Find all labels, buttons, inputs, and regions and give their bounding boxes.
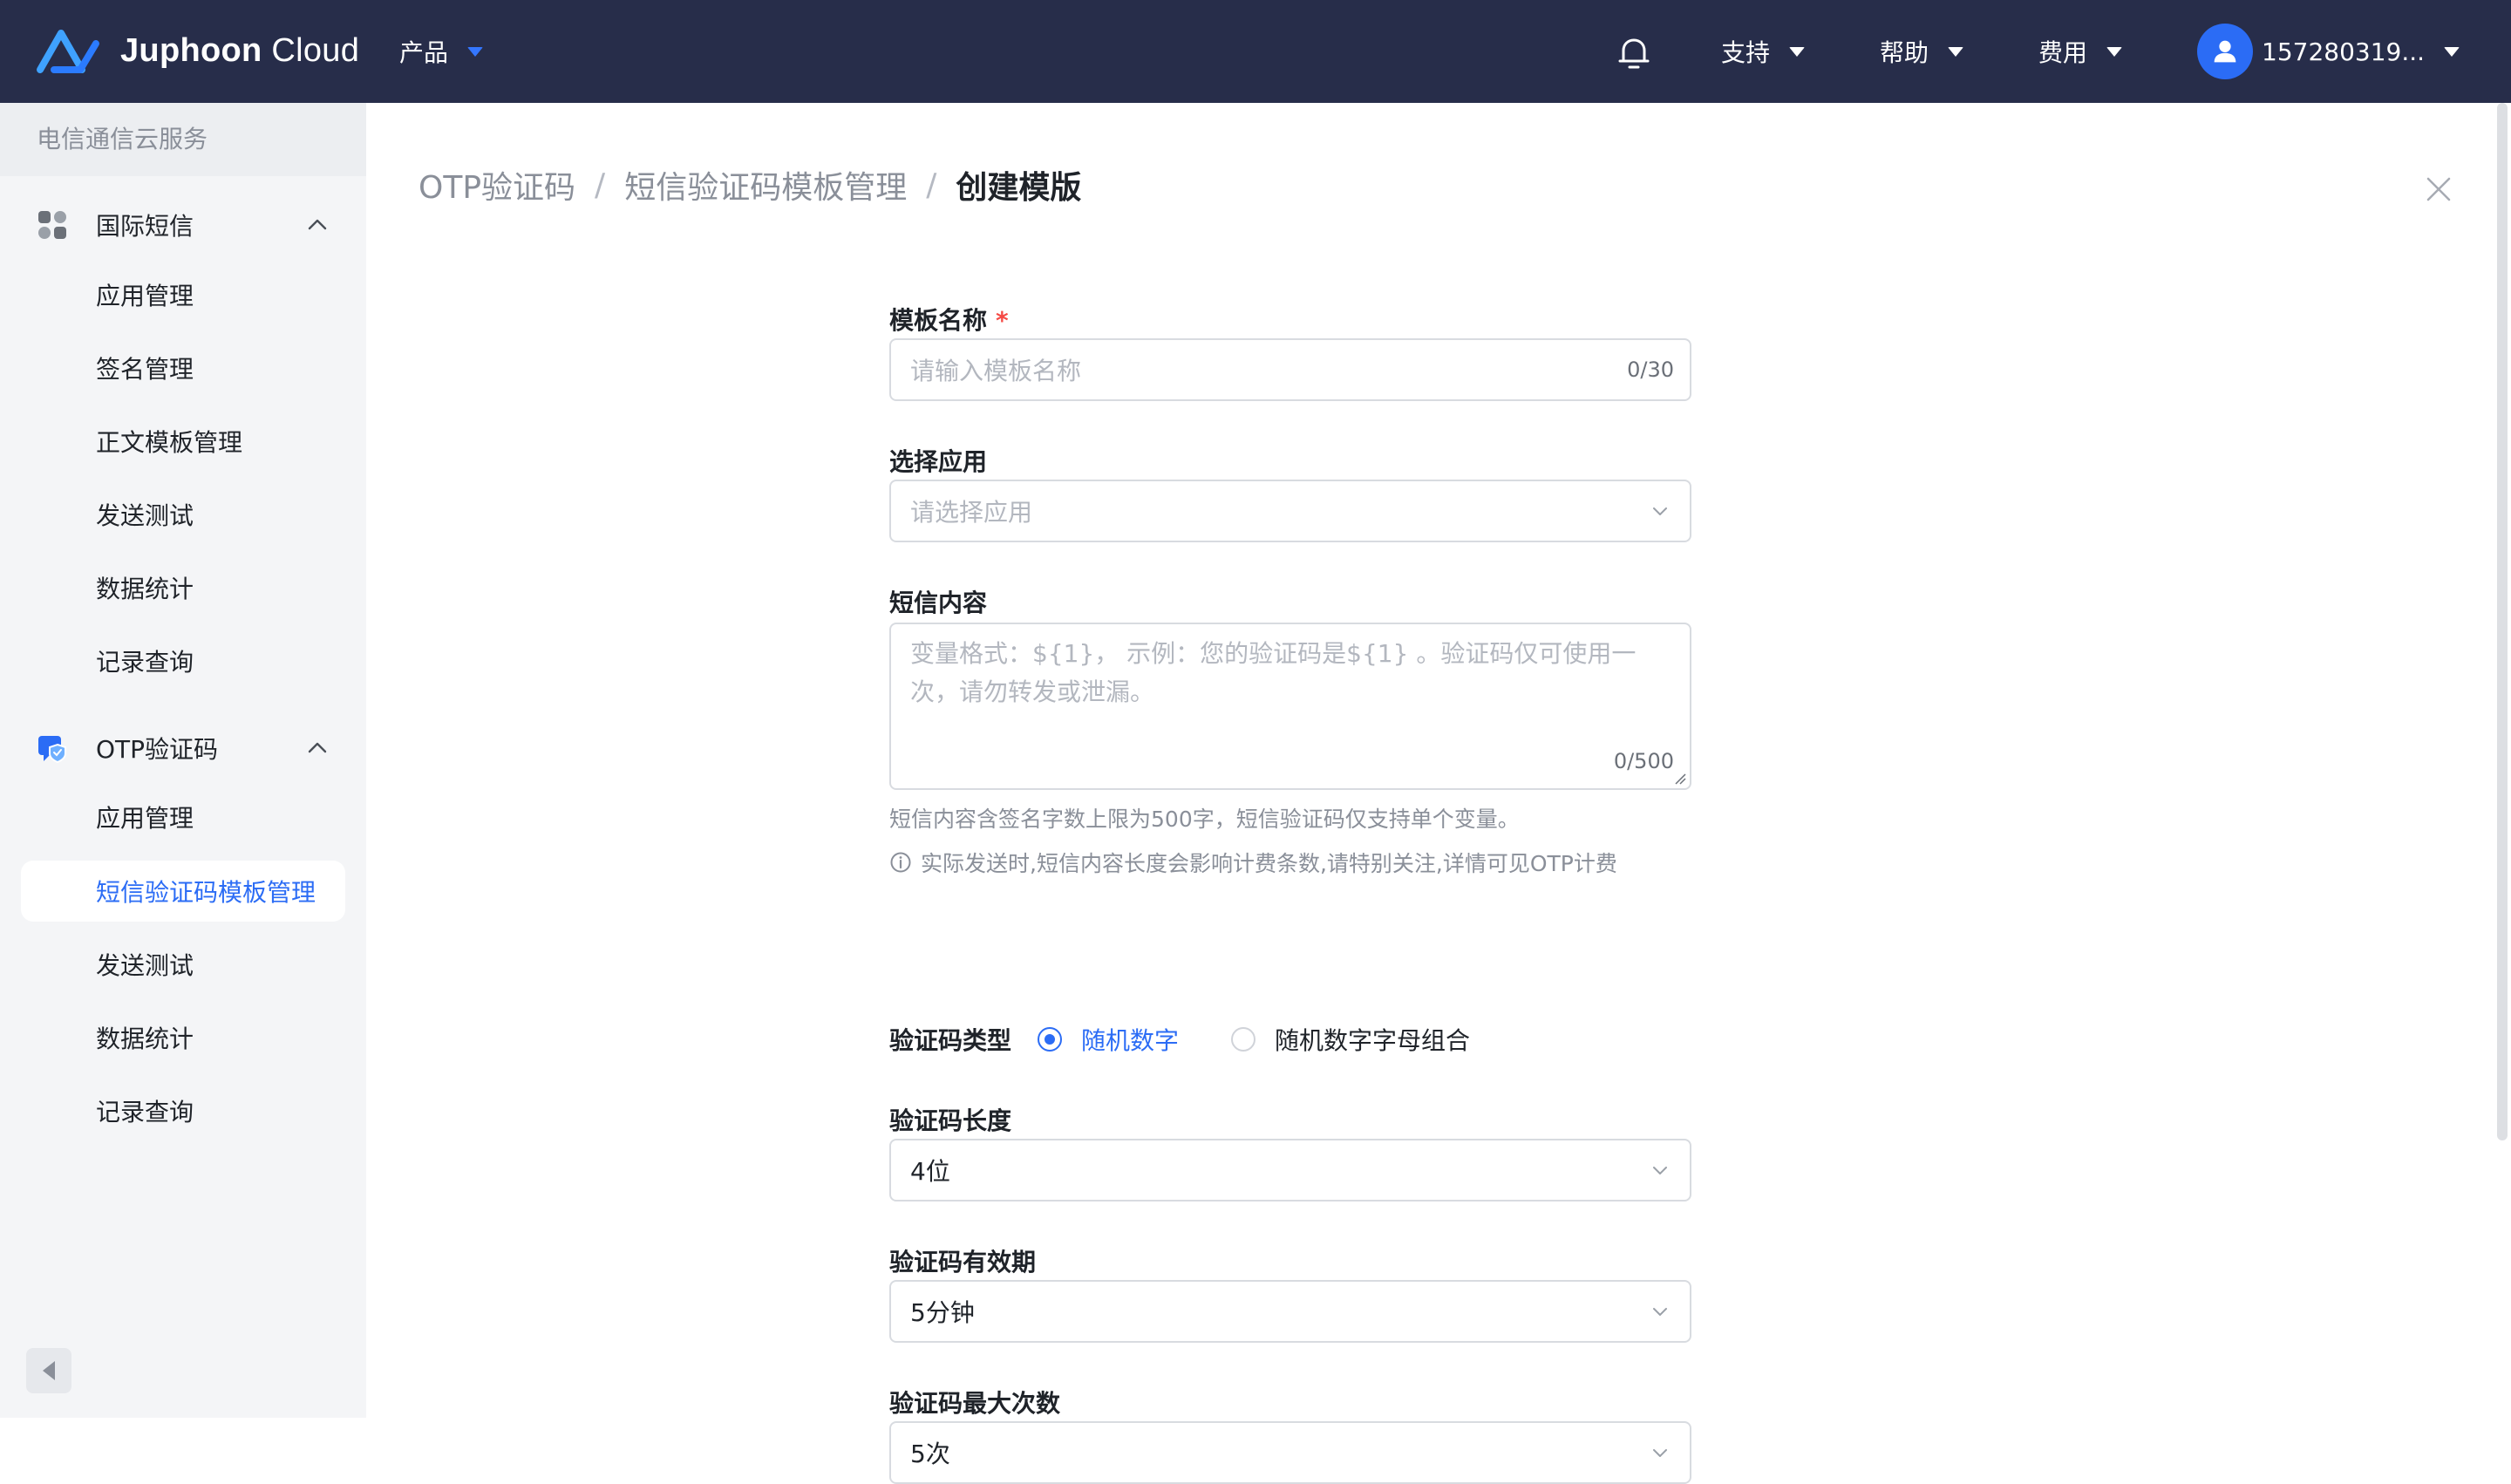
template-name-input[interactable]: 请输入模板名称 0/30 — [889, 338, 1691, 401]
code-type-option-label: 随机数字字母组合 — [1275, 1026, 1471, 1055]
sms-content-textarea[interactable]: 变量格式：${1}， 示例：您的验证码是${1} 。验证码仅可使用一次，请勿转发… — [889, 623, 1691, 790]
billing-notice: 实际发送时,短信内容长度会影响计费条数,请特别关注,详情可见OTP计费 — [889, 847, 1617, 878]
main-content: OTP验证码 / 短信验证码模板管理 / 创建模版 模板名称 * 请输入模板名称 … — [366, 103, 2494, 1484]
breadcrumb-current-page: 创建模版 — [956, 170, 1082, 206]
sidebar-item-sms-send-test[interactable]: 发送测试 — [0, 484, 366, 545]
sms-content-label: 短信内容 — [889, 589, 988, 617]
chevron-up-icon — [308, 742, 327, 753]
required-mark: * — [996, 306, 1009, 335]
nav-support-menu[interactable]: 支持 — [1721, 0, 1806, 103]
chevron-down-icon — [1653, 1308, 1667, 1316]
caret-down-icon — [467, 46, 484, 57]
close-icon[interactable] — [2426, 176, 2452, 202]
top-navigation-bar: Juphoon Cloud 产品 支持 帮助 费用 157280319... — [0, 0, 2511, 103]
sidebar-item-otp-app-management[interactable]: 应用管理 — [0, 786, 366, 848]
template-name-counter: 0/30 — [1627, 357, 1674, 382]
caret-down-icon — [1948, 46, 1964, 57]
breadcrumb-template-management[interactable]: 短信验证码模板管理 — [624, 162, 907, 208]
sidebar-item-otp-send-test[interactable]: 发送测试 — [0, 934, 366, 995]
caret-down-icon — [2106, 46, 2123, 57]
sms-content-placeholder: 变量格式：${1}， 示例：您的验证码是${1} 。验证码仅可使用一次，请勿转发… — [910, 639, 1637, 706]
code-validity-value: 5分钟 — [910, 1298, 975, 1327]
code-max-attempts-value: 5次 — [910, 1440, 950, 1468]
user-icon — [2214, 40, 2236, 63]
sidebar-header: 电信通信云服务 — [0, 103, 366, 176]
code-validity-label: 验证码有效期 — [889, 1248, 1037, 1276]
sms-content-hint: 短信内容含签名字数上限为500字，短信验证码仅支持单个变量。 — [889, 807, 1520, 832]
sidebar-collapse-button[interactable] — [26, 1348, 71, 1393]
code-type-option-digits[interactable]: 随机数字 — [1038, 1022, 1179, 1057]
chevron-up-icon — [308, 219, 327, 230]
chevron-down-icon — [1653, 1167, 1667, 1174]
sms-content-counter: 0/500 — [1613, 749, 1674, 773]
sidebar-group-otp[interactable]: OTP验证码 — [0, 711, 366, 785]
code-type-label: 验证码类型 — [889, 1026, 1012, 1055]
code-type-option-label: 随机数字 — [1081, 1026, 1180, 1055]
sidebar-group-label: 国际短信 — [96, 212, 194, 241]
app-select-placeholder: 请选择应用 — [910, 498, 1033, 527]
caret-down-icon — [1789, 46, 1806, 57]
resize-grip-icon[interactable] — [1674, 773, 1686, 785]
sidebar-item-sms-app-management[interactable]: 应用管理 — [0, 264, 366, 325]
nav-help-label: 帮助 — [1880, 38, 1929, 67]
sidebar-item-signature-management[interactable]: 签名管理 — [0, 337, 366, 398]
sidebar-item-body-template-management[interactable]: 正文模板管理 — [0, 411, 366, 472]
juphoon-logo-icon — [37, 30, 99, 73]
otp-shield-icon — [38, 736, 66, 764]
sidebar-item-sms-records[interactable]: 记录查询 — [0, 630, 366, 691]
radio-selected-icon — [1038, 1027, 1063, 1052]
breadcrumb-separator: / — [595, 167, 606, 203]
nav-billing-label: 费用 — [2038, 38, 2088, 67]
nav-products-label: 产品 — [399, 38, 449, 67]
code-max-attempts-select[interactable]: 5次 — [889, 1421, 1691, 1484]
user-id-label: 157280319... — [2262, 37, 2426, 66]
user-avatar[interactable] — [2197, 24, 2253, 79]
sidebar-item-otp-template-management[interactable]: 短信验证码模板管理 — [21, 861, 345, 922]
sidebar-group-international-sms[interactable]: 国际短信 — [0, 188, 366, 262]
sidebar-group-label: OTP验证码 — [96, 735, 219, 764]
user-account-menu[interactable]: 157280319... — [2262, 0, 2460, 103]
sidebar-item-otp-records[interactable]: 记录查询 — [0, 1080, 366, 1141]
info-icon — [890, 852, 911, 873]
breadcrumb-separator: / — [926, 167, 937, 203]
collapse-left-icon — [43, 1361, 55, 1380]
code-validity-select[interactable]: 5分钟 — [889, 1280, 1691, 1343]
chevron-down-icon — [1653, 507, 1667, 515]
billing-notice-text: 实际发送时,短信内容长度会影响计费条数,请特别关注,详情可见OTP计费 — [921, 851, 1617, 876]
sidebar-item-otp-statistics[interactable]: 数据统计 — [0, 1007, 366, 1068]
radio-unselected-icon — [1231, 1027, 1256, 1052]
code-max-attempts-label: 验证码最大次数 — [889, 1389, 1061, 1418]
breadcrumb: OTP验证码 / 短信验证码模板管理 / 创建模版 — [418, 162, 1081, 208]
code-type-row: 验证码类型 随机数字 随机数字字母组合 — [889, 1022, 1522, 1057]
apps-grid-icon — [38, 211, 66, 239]
code-type-option-alphanumeric[interactable]: 随机数字字母组合 — [1231, 1022, 1470, 1057]
code-length-label: 验证码长度 — [889, 1106, 1012, 1135]
juphoon-cloud-logo[interactable]: Juphoon Cloud — [35, 24, 359, 77]
bell-icon[interactable] — [1615, 33, 1653, 71]
code-length-value: 4位 — [910, 1157, 950, 1186]
app-select-dropdown[interactable]: 请选择应用 — [889, 480, 1691, 542]
brand-name: Juphoon Cloud — [120, 31, 360, 69]
template-name-placeholder: 请输入模板名称 — [910, 357, 1082, 385]
nav-help-menu[interactable]: 帮助 — [1880, 0, 1964, 103]
nav-support-label: 支持 — [1721, 38, 1771, 67]
code-length-select[interactable]: 4位 — [889, 1139, 1691, 1201]
app-select-label: 选择应用 — [889, 447, 988, 476]
template-name-label: 模板名称 * — [889, 306, 1009, 335]
nav-products-menu[interactable]: 产品 — [399, 0, 484, 103]
breadcrumb-otp[interactable]: OTP验证码 — [418, 162, 575, 208]
caret-down-icon — [2444, 46, 2460, 57]
nav-billing-menu[interactable]: 费用 — [2038, 0, 2123, 103]
chevron-down-icon — [1653, 1449, 1667, 1457]
sidebar: 电信通信云服务 国际短信 应用管理 签名管理 正文模板管理 发送测试 数据统计 … — [0, 103, 366, 1418]
sidebar-item-sms-statistics[interactable]: 数据统计 — [0, 557, 366, 618]
page-scrollbar[interactable] — [2497, 103, 2508, 1140]
